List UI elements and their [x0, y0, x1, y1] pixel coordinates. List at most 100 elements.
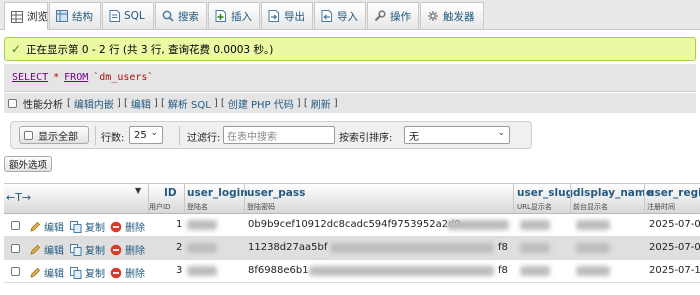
edit-row-button[interactable]: 编辑 — [29, 265, 64, 280]
cell-id[interactable]: 2 — [176, 242, 182, 253]
column-header-display-name[interactable]: display_name — [573, 187, 653, 199]
edit-label: 编辑 — [44, 246, 64, 257]
tab-import[interactable]: 导入 — [314, 2, 366, 29]
tab-triggers-label: 触发器 — [443, 10, 475, 23]
divider — [179, 126, 180, 145]
sql-query-box[interactable]: SELECT * FROM `dm_users` — [4, 64, 696, 92]
chevron-down-icon: ⌄ — [150, 128, 158, 138]
column-header-user-login[interactable]: user_login — [187, 187, 248, 199]
sql-star: * — [53, 72, 60, 83]
edit-row-button[interactable]: 编辑 — [29, 242, 64, 257]
delete-row-button[interactable]: 删除 — [110, 219, 145, 234]
divider — [570, 184, 571, 214]
tab-browse[interactable]: 浏览 — [4, 2, 48, 30]
delete-label: 删除 — [125, 223, 145, 234]
copy-row-button[interactable]: 复制 — [70, 219, 105, 234]
cell-user-registered[interactable]: 2025-07-09 — [649, 242, 700, 253]
show-all-button[interactable]: 显示全部 — [19, 126, 89, 144]
tab-export[interactable]: 导出 — [261, 2, 313, 29]
table-row: 编辑 复制 删除 1 0b9b9cef10912dc8cadc594f97539… — [4, 214, 700, 237]
column-comment-user-slug: URL显示名 — [517, 203, 552, 211]
show-all-checkbox[interactable] — [24, 130, 33, 140]
extra-options-button[interactable]: 额外选项 — [4, 156, 53, 172]
search-icon — [162, 10, 174, 22]
sql-table-name: `dm_users` — [93, 72, 154, 83]
delete-icon — [110, 267, 122, 278]
sort-by-index-label: 按索引排序: — [339, 133, 393, 144]
inline-edit-link[interactable]: 编辑内嵌 — [74, 96, 114, 111]
check-icon: ✓ — [11, 42, 22, 56]
column-header-id[interactable]: ID — [164, 187, 177, 199]
redacted-user-pass — [330, 243, 494, 253]
redacted-user-login — [187, 266, 217, 276]
column-comment-id: 用户ID — [149, 203, 171, 211]
edit-link[interactable]: 编辑 — [131, 96, 151, 111]
divider — [644, 184, 645, 214]
cell-user-registered[interactable]: 2025-07-14 — [649, 265, 700, 276]
tab-insert[interactable]: 插入 — [208, 2, 260, 29]
copy-icon — [70, 266, 82, 279]
column-comment-user-pass: 登陆密码 — [247, 203, 275, 211]
edit-row-button[interactable]: 编辑 — [29, 219, 64, 234]
copy-row-button[interactable]: 复制 — [70, 242, 105, 257]
import-icon — [321, 10, 332, 22]
column-arrows-icon[interactable]: ←T→ — [6, 191, 31, 204]
rows-select-value: 25 — [134, 129, 147, 141]
sql-select-keyword[interactable]: SELECT — [12, 72, 48, 83]
filter-rows-input[interactable]: 在表中搜索 — [223, 126, 335, 144]
copy-row-button[interactable]: 复制 — [70, 265, 105, 280]
delete-row-button[interactable]: 删除 — [110, 265, 145, 280]
cell-user-pass[interactable]: 8f6988e6b1 — [248, 265, 309, 276]
success-message-text: 正在显示第 0 - 2 行 (共 3 行, 查询花费 0.0003 秒。) — [26, 43, 274, 56]
tab-triggers[interactable]: 触发器 — [420, 2, 484, 29]
pencil-icon — [30, 267, 41, 278]
redacted-user-slug — [520, 266, 550, 276]
cell-id[interactable]: 3 — [176, 265, 182, 276]
column-comment-display-name: 前台显示名 — [573, 203, 608, 211]
sql-from-keyword[interactable]: FROM — [64, 72, 88, 83]
column-comment-user-registered: 注册时间 — [647, 203, 675, 211]
copy-label: 复制 — [85, 246, 105, 257]
wrench-icon — [374, 10, 386, 22]
explain-sql-link[interactable]: 解析 SQL — [168, 96, 211, 111]
create-php-code-link[interactable]: 创建 PHP 代码 — [228, 96, 294, 111]
table-row: 编辑 复制 删除 3 8f6988e6b1 f8 2025-07-14 — [4, 260, 700, 283]
structure-icon — [56, 10, 68, 22]
divider — [513, 184, 514, 214]
copy-label: 复制 — [85, 269, 105, 280]
column-header-user-slug[interactable]: user_slug — [517, 187, 573, 199]
cell-user-registered[interactable]: 2025-07-09 — [649, 219, 700, 230]
table-row: 编辑 复制 删除 2 11238d27aa5bf f8 2025-07-09 — [4, 237, 700, 260]
tab-search[interactable]: 搜索 — [155, 2, 207, 29]
show-all-label: 显示全部 — [38, 131, 78, 143]
export-icon — [268, 10, 279, 22]
redacted-user-pass — [447, 220, 509, 230]
pencil-icon — [30, 221, 41, 232]
tab-sql-label: SQL — [124, 10, 145, 22]
divider — [184, 184, 185, 214]
redacted-user-login — [187, 243, 217, 253]
delete-row-button[interactable]: 删除 — [110, 242, 145, 257]
row-checkbox[interactable] — [11, 267, 20, 276]
row-checkbox[interactable] — [11, 221, 20, 230]
column-header-user-pass[interactable]: user_pass — [247, 187, 305, 199]
refresh-link[interactable]: 刷新 — [311, 96, 331, 111]
column-header-user-registered[interactable]: user_registe — [647, 187, 700, 199]
sort-by-index-select[interactable]: 无 ⌄ — [404, 126, 510, 144]
tab-structure[interactable]: 结构 — [49, 2, 101, 29]
tab-operations[interactable]: 操作 — [367, 2, 419, 29]
row-checkbox[interactable] — [11, 244, 20, 253]
cell-user-pass[interactable]: 0b9b9cef10912dc8cadc594f9753952a2d9 — [248, 219, 461, 230]
delete-label: 删除 — [125, 269, 145, 280]
tab-browse-label: 浏览 — [27, 11, 48, 23]
cell-id[interactable]: 1 — [176, 219, 182, 230]
cell-user-pass[interactable]: 11238d27aa5bf — [248, 242, 327, 253]
column-comment-user-login: 登陆名 — [187, 203, 208, 211]
divider — [95, 126, 96, 145]
tab-sql[interactable]: SQL — [102, 2, 154, 29]
profiling-checkbox[interactable] — [8, 98, 17, 108]
navigation-bar: 显示全部 行数: 25 ⌄ 过滤行: 在表中搜索 按索引排序: 无 ⌄ — [10, 121, 532, 149]
sort-caret-icon[interactable]: ▼ — [135, 186, 141, 195]
tab-structure-label: 结构 — [72, 10, 93, 23]
rows-select[interactable]: 25 ⌄ — [129, 126, 163, 144]
